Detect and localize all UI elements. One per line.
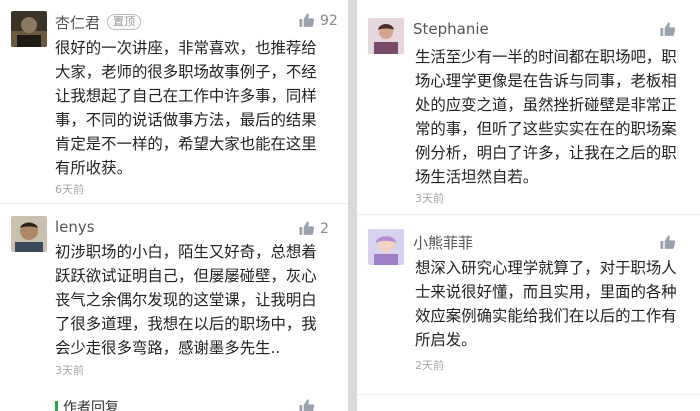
comment-divider bbox=[357, 394, 700, 395]
comment-text-line: 例分析，明白了许多，让我在之后的职 bbox=[415, 144, 677, 162]
comment-item: 杏仁君 置顶 92 很好的一次讲座，非常喜欢，也推荐给 大家，老师的很多职场故事… bbox=[0, 0, 348, 200]
author-reply-label: 作者回复 bbox=[63, 400, 119, 411]
comment-text-line: 生活至少有一半的时间都在职场吧，职 bbox=[415, 48, 677, 66]
author-reply-accent bbox=[55, 401, 58, 411]
thumbs-up-icon bbox=[299, 13, 315, 27]
comment-username[interactable]: lenys bbox=[55, 218, 95, 236]
comment-text-line: 场生活坦然自若。 bbox=[415, 168, 539, 186]
comment-text-line: 士来说很好懂，而且实用，里面的各种 bbox=[415, 283, 677, 301]
comment-item: lenys 2 初涉职场的小白，陌生又好奇，总想着 跃跃欲试证明自己，但屡屡碰壁… bbox=[0, 204, 348, 388]
comment-text-line: 事，不同的说话做事方法，最后的结果 bbox=[55, 111, 317, 129]
comment-text-line: 会少走很多弯路，感谢墨多先生.. bbox=[55, 339, 281, 357]
avatar[interactable] bbox=[11, 216, 47, 252]
comment-text-line: 所启发。 bbox=[415, 331, 477, 349]
comment-text-line: 常的事，但听了这些实实在在的职场案 bbox=[415, 120, 677, 138]
like-button[interactable] bbox=[659, 234, 681, 251]
comment-text-line: 让我想起了自己在工作中许多事，同样 bbox=[55, 87, 317, 105]
comment-username[interactable]: 小熊菲菲 bbox=[413, 232, 473, 253]
like-count: 92 bbox=[320, 12, 338, 29]
comment-item: Stephanie 生活至少有一半的时间都在职场吧，职 场心理学更像是在告诉与同… bbox=[357, 0, 700, 210]
like-button[interactable]: 2 bbox=[298, 220, 329, 237]
thumbs-up-icon bbox=[299, 221, 315, 235]
comment-text: 很好的一次讲座，非常喜欢，也推荐给 大家，老师的很多职场故事例子，不经 让我想起… bbox=[55, 36, 317, 180]
thumbs-up-icon bbox=[660, 22, 676, 36]
right-comment-column: Stephanie 生活至少有一半的时间都在职场吧，职 场心理学更像是在告诉与同… bbox=[357, 0, 700, 411]
comment-text-line: 了很多道理，我想在以后的职场中，我 bbox=[55, 315, 317, 333]
avatar[interactable] bbox=[368, 229, 404, 265]
comment-text: 想深入研究心理学就算了，对于职场人 士来说很好懂，而且实用，里面的各种 效应案例… bbox=[415, 256, 677, 352]
avatar[interactable] bbox=[11, 11, 47, 47]
thumbs-up-icon bbox=[299, 399, 315, 411]
comment-username[interactable]: 杏仁君 bbox=[55, 12, 100, 33]
comment-text-line: 大家，老师的很多职场故事例子，不经 bbox=[55, 63, 317, 81]
comment-timestamp: 3天前 bbox=[415, 192, 444, 205]
comment-username[interactable]: Stephanie bbox=[413, 20, 489, 38]
comment-text-line: 肯定是不一样的，希望大家也能在这里 bbox=[55, 135, 317, 153]
comment-text-line: 丧气之余偶尔发现的这堂课，让我明白 bbox=[55, 291, 317, 309]
comment-text: 生活至少有一半的时间都在职场吧，职 场心理学更像是在告诉与同事，老板相 处的应变… bbox=[415, 45, 677, 189]
like-button[interactable] bbox=[659, 21, 681, 38]
comment-text-line: 很好的一次讲座，非常喜欢，也推荐给 bbox=[55, 39, 317, 57]
comment-timestamp: 6天前 bbox=[55, 183, 84, 196]
comment-text-line: 场心理学更像是在告诉与同事，老板相 bbox=[415, 72, 677, 90]
comment-text-line: 初涉职场的小白，陌生又好奇，总想着 bbox=[55, 243, 317, 261]
comment-text-line: 处的应变之道，虽然挫折碰壁是非常正 bbox=[415, 96, 677, 114]
comment-text-line: 有所收获。 bbox=[55, 159, 132, 177]
like-button[interactable] bbox=[298, 398, 315, 411]
comment-text-line: 想深入研究心理学就算了，对于职场人 bbox=[415, 259, 677, 277]
comment-text-line: 效应案例确实能给我们在以后的工作有 bbox=[415, 307, 677, 325]
pinned-badge: 置顶 bbox=[107, 14, 141, 30]
thumbs-up-icon bbox=[660, 235, 676, 249]
comment-timestamp: 2天前 bbox=[415, 359, 444, 372]
comment-text-line: 跃跃欲试证明自己，但屡屡碰壁，灰心 bbox=[55, 267, 317, 285]
avatar[interactable] bbox=[368, 18, 404, 54]
like-button[interactable]: 92 bbox=[298, 12, 338, 29]
comment-item: 小熊菲菲 想深入研究心理学就算了，对于职场人 士来说很好懂，而且实用，里面的各种… bbox=[357, 215, 700, 395]
left-comment-column: 杏仁君 置顶 92 很好的一次讲座，非常喜欢，也推荐给 大家，老师的很多职场故事… bbox=[0, 0, 348, 411]
comment-text: 初涉职场的小白，陌生又好奇，总想着 跃跃欲试证明自己，但屡屡碰壁，灰心 丧气之余… bbox=[55, 240, 317, 360]
like-count: 2 bbox=[320, 220, 329, 237]
comment-timestamp: 3天前 bbox=[55, 364, 84, 377]
